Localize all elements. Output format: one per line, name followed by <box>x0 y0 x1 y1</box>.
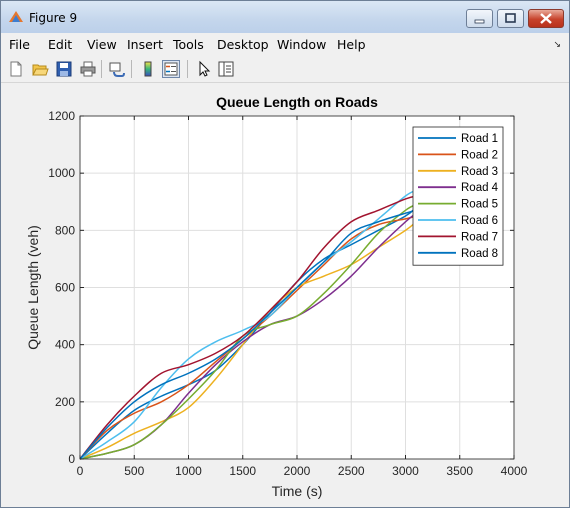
maximize-icon <box>505 13 516 23</box>
legend-label: Road 5 <box>461 199 498 211</box>
x-tick-label: 500 <box>124 464 144 478</box>
y-axis-label: Queue Length (veh) <box>25 225 41 350</box>
legend-label: Road 8 <box>461 248 498 260</box>
chart-title: Queue Length on Roads <box>216 94 378 110</box>
toolbar-separator <box>101 60 102 78</box>
x-tick-label: 1000 <box>175 464 202 478</box>
x-axis-label: Time (s) <box>272 483 323 499</box>
legend-box[interactable] <box>412 126 504 266</box>
x-tick-label: 0 <box>77 464 84 478</box>
y-tick-label: 1200 <box>48 109 75 123</box>
legend-label: Road 1 <box>461 133 498 145</box>
x-tick-label: 3000 <box>392 464 419 478</box>
menu-file[interactable]: File <box>9 37 30 52</box>
maximize-button[interactable] <box>497 9 524 28</box>
close-button[interactable] <box>528 9 564 28</box>
menu-bar: File Edit View Insert Tools Desktop Wind… <box>1 33 569 55</box>
toolbar-separator <box>131 60 132 78</box>
y-tick-label: 600 <box>55 281 75 295</box>
matlab-app-icon <box>9 11 23 22</box>
x-tick-label: 3500 <box>446 464 473 478</box>
legend-label: Road 4 <box>461 182 499 194</box>
new-figure-icon[interactable] <box>7 60 25 78</box>
legend-label: Road 3 <box>461 166 498 178</box>
minimize-icon <box>474 19 485 24</box>
y-tick-label: 800 <box>55 223 75 237</box>
window-title: Figure 9 <box>29 11 78 25</box>
line-chart[interactable]: 0 500 1000 1500 2000 2500 3000 3500 4000 0 200 400 6… <box>3 83 568 507</box>
legend-label: Road 2 <box>461 149 498 161</box>
menu-tools[interactable]: Tools <box>173 37 204 52</box>
dock-arrow-icon[interactable]: ↘ <box>553 39 561 50</box>
x-tick-label: 4000 <box>501 464 528 478</box>
save-icon[interactable] <box>55 60 73 78</box>
figure-canvas: 0 500 1000 1500 2000 2500 3000 3500 4000 0 200 400 6… <box>3 83 568 507</box>
menu-insert[interactable]: Insert <box>127 37 163 52</box>
legend-label: Road 6 <box>461 215 498 227</box>
minimize-button[interactable] <box>466 9 493 28</box>
print-icon[interactable] <box>79 60 97 78</box>
y-tick-label: 400 <box>55 338 75 352</box>
menu-window[interactable]: Window <box>277 37 326 52</box>
x-tick-label: 2000 <box>284 464 311 478</box>
menu-help[interactable]: Help <box>337 37 366 52</box>
property-inspector-icon[interactable] <box>217 60 235 78</box>
menu-view[interactable]: View <box>87 37 117 52</box>
figure-window: Figure 9 File Edit View Insert Tools Des… <box>0 0 570 508</box>
toolbar <box>1 56 569 83</box>
y-tick-label: 0 <box>68 452 75 466</box>
menu-edit[interactable]: Edit <box>48 37 72 52</box>
y-tick-label: 1000 <box>48 166 75 180</box>
edit-plot-icon[interactable] <box>195 60 213 78</box>
toolbar-separator <box>187 60 188 78</box>
link-plot-icon[interactable] <box>108 60 126 78</box>
legend-label: Road 7 <box>461 231 498 243</box>
menu-desktop[interactable]: Desktop <box>217 37 269 52</box>
insert-colorbar-icon[interactable] <box>139 60 157 78</box>
title-bar[interactable]: Figure 9 <box>1 1 569 34</box>
insert-legend-icon[interactable] <box>162 60 180 78</box>
close-icon <box>540 13 552 24</box>
y-tick-label: 200 <box>55 395 75 409</box>
x-tick-label: 2500 <box>338 464 365 478</box>
open-icon[interactable] <box>31 60 49 78</box>
x-tick-label: 1500 <box>229 464 256 478</box>
